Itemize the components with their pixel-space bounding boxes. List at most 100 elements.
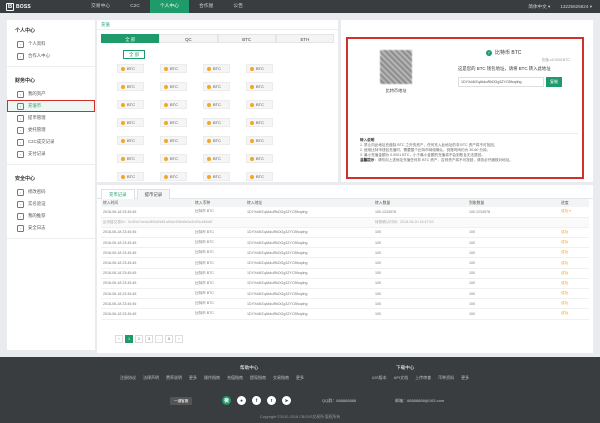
sidebar-item[interactable]: ▫ 委托管理: [7, 124, 95, 136]
help-link[interactable]: 费率说明: [166, 375, 182, 381]
coin-chip[interactable]: BTC: [203, 118, 230, 127]
coin-chip[interactable]: BTC: [160, 172, 187, 181]
coin-chip[interactable]: BTC: [117, 100, 144, 109]
coin-chip[interactable]: BTC: [203, 136, 230, 145]
customer-service-badge[interactable]: 一键客服: [170, 397, 193, 405]
download-link[interactable]: 币种资料: [438, 375, 454, 381]
nav-item[interactable]: 交易中心: [81, 0, 120, 13]
sidebar-item[interactable]: ▫ 我的推荐: [7, 210, 95, 222]
coin-chip[interactable]: BTC: [117, 154, 144, 163]
coin-chip[interactable]: BTC: [246, 100, 273, 109]
cell-status[interactable]: 成功: [559, 227, 589, 239]
coin-chip[interactable]: BTC: [160, 154, 187, 163]
cell-status[interactable]: 成功: [559, 237, 589, 249]
nav-item[interactable]: C2C: [120, 0, 150, 13]
cell-status[interactable]: 成功: [559, 308, 589, 320]
language-select[interactable]: 简体中文 ▾: [528, 0, 550, 13]
sidebar-item[interactable]: ▫ 修改密码: [7, 186, 95, 198]
column-header: 转入币种: [193, 199, 245, 207]
sidebar-item[interactable]: ▫ 合作人中心: [7, 50, 95, 62]
coin-chip[interactable]: BTC: [203, 100, 230, 109]
coin-chip[interactable]: BTC: [246, 172, 273, 181]
twitter-icon[interactable]: t: [267, 396, 276, 405]
coin-tab[interactable]: BTC: [217, 34, 276, 43]
cell-status[interactable]: 成功 ▾: [559, 207, 589, 218]
coin-chip[interactable]: BTC: [246, 154, 273, 163]
sidebar-item[interactable]: ▫ 我的资产: [7, 88, 95, 100]
cell-status[interactable]: 成功: [559, 247, 589, 259]
coin-chip[interactable]: BTC: [117, 82, 144, 91]
sidebar-item[interactable]: ▫ 充值币: [7, 100, 95, 112]
help-link[interactable]: 更多: [296, 375, 304, 381]
coin-chip[interactable]: BTC: [203, 172, 230, 181]
coin-icon: [121, 66, 125, 71]
coin-chip[interactable]: BTC: [203, 154, 230, 163]
record-tab[interactable]: 提币记录: [136, 189, 171, 199]
sidebar-item[interactable]: ▫ 个人资料: [7, 38, 95, 50]
cell-time: 2018-06-18 23:45:45: [101, 298, 193, 310]
download-link[interactable]: iOS版本: [372, 375, 387, 381]
facebook-icon[interactable]: f: [252, 396, 261, 405]
user-phone-menu[interactable]: 13225625624 ▾: [560, 0, 592, 13]
coin-chip[interactable]: BTC: [160, 64, 187, 73]
coin-tab[interactable]: 全 部: [101, 34, 160, 43]
cell-status[interactable]: 成功: [559, 288, 589, 300]
page-button[interactable]: 1: [125, 335, 133, 343]
cell-status[interactable]: 成功: [559, 278, 589, 290]
coin-chip[interactable]: BTC: [246, 136, 273, 145]
cell-received: 100: [467, 257, 559, 269]
sidebar-item[interactable]: ▫ 实名验证: [7, 198, 95, 210]
cell-status[interactable]: 成功: [559, 257, 589, 269]
page-button[interactable]: …: [155, 335, 163, 343]
coin-chip[interactable]: BTC: [160, 136, 187, 145]
coin-chip[interactable]: BTC: [246, 64, 273, 73]
coin-chip[interactable]: BTC: [117, 136, 144, 145]
all-coins-button[interactable]: 全 部: [123, 50, 145, 59]
help-link[interactable]: 更多: [189, 375, 197, 381]
nav-item[interactable]: 公告: [223, 0, 253, 13]
coin-tab[interactable]: QC: [159, 34, 218, 43]
logo[interactable]: B BOSS: [6, 2, 31, 11]
coin-icon: [250, 156, 254, 161]
nav-item[interactable]: 个人中心: [149, 0, 190, 13]
coin-chip[interactable]: BTC: [160, 100, 187, 109]
help-link[interactable]: 操作指南: [204, 375, 220, 381]
download-link[interactable]: 更多: [461, 375, 469, 381]
help-link[interactable]: 法律声明: [143, 375, 159, 381]
wechat-icon[interactable]: 微: [222, 396, 231, 405]
copy-address-button[interactable]: 复制: [546, 77, 562, 87]
coin-chip[interactable]: BTC: [203, 64, 230, 73]
coin-chip[interactable]: BTC: [117, 172, 144, 181]
page-button[interactable]: 3: [145, 335, 153, 343]
record-tab[interactable]: 充币记录: [101, 189, 135, 199]
telegram-icon[interactable]: ➤: [282, 396, 291, 405]
help-link[interactable]: 充值指南: [227, 375, 243, 381]
sidebar-item[interactable]: ▫ C2C成交记录: [7, 136, 95, 148]
help-link[interactable]: 提现指南: [250, 375, 266, 381]
sidebar-item[interactable]: ▫ 安全日志: [7, 222, 95, 234]
coin-chip-label: BTC: [170, 174, 178, 179]
coin-chip[interactable]: BTC: [246, 118, 273, 127]
cell-status[interactable]: 成功: [559, 298, 589, 310]
user-icon[interactable]: ●: [237, 396, 246, 405]
coin-chip[interactable]: BTC: [117, 64, 144, 73]
coin-chip[interactable]: BTC: [203, 82, 230, 91]
sidebar-item[interactable]: ▫ 提币管理: [7, 112, 95, 124]
nav-item[interactable]: 合作屋: [189, 0, 223, 13]
download-link[interactable]: API文档: [394, 375, 408, 381]
page-button[interactable]: ‹: [115, 335, 123, 343]
deposit-address-field[interactable]: 1DYXd4fZqAkkuRkDGg3ZYCBfuqiing: [458, 77, 544, 87]
download-link[interactable]: 上传审查: [415, 375, 431, 381]
sidebar-item[interactable]: ▫ 支付记录: [7, 148, 95, 160]
coin-tab[interactable]: ETH: [275, 34, 334, 43]
cell-status[interactable]: 成功: [559, 268, 589, 279]
page-button[interactable]: 5: [165, 335, 173, 343]
page-button[interactable]: 2: [135, 335, 143, 343]
help-link[interactable]: 注册协议: [120, 375, 136, 381]
page-button[interactable]: ›: [175, 335, 183, 343]
coin-chip[interactable]: BTC: [160, 118, 187, 127]
coin-chip[interactable]: BTC: [117, 118, 144, 127]
coin-chip[interactable]: BTC: [160, 82, 187, 91]
help-link[interactable]: 交易指南: [273, 375, 289, 381]
coin-chip[interactable]: BTC: [246, 82, 273, 91]
